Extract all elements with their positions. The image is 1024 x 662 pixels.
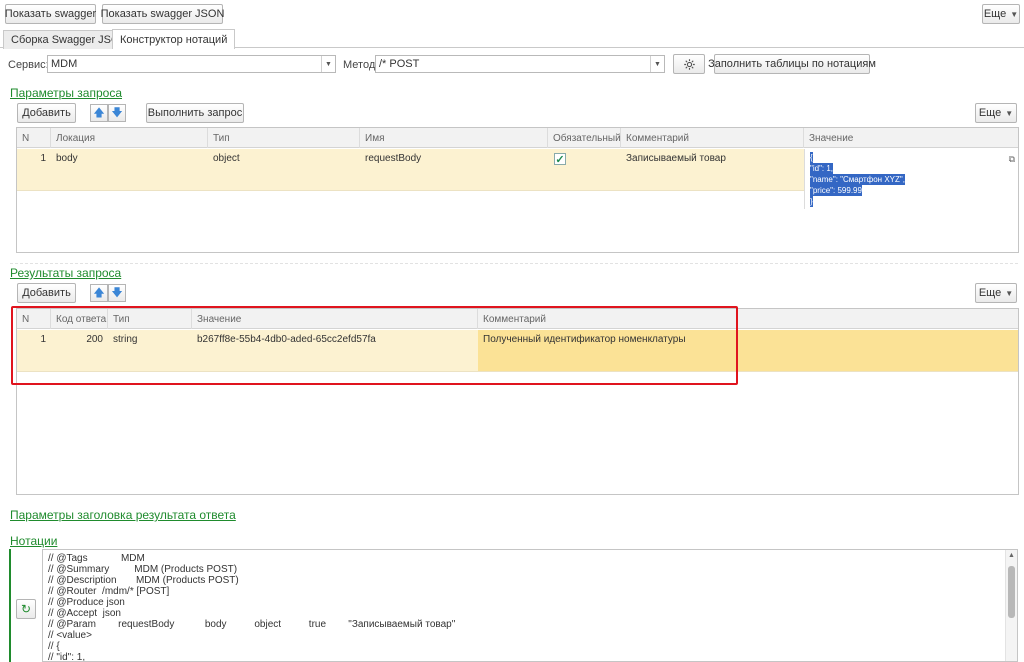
scrollbar-thumb[interactable] [1008,566,1015,618]
show-swagger-json-button[interactable]: Показать swagger JSON [101,4,224,24]
column-header[interactable]: Комментарий [621,128,804,148]
checkmark-icon: ✓ [555,153,565,166]
request-params-table: N Локация Тип Имя Обязательный Комментар… [16,127,1019,253]
add-request-param-button[interactable]: Добавить [17,103,76,123]
column-header[interactable]: Значение [804,128,1018,148]
show-swagger-button[interactable]: Показать swagger [5,4,96,24]
table-row[interactable]: 1 body object requestBody ✓ Записываемый… [17,149,804,191]
execute-request-button[interactable]: Выполнить запрос [146,103,244,123]
code-line: // <value> [48,630,92,641]
move-down-button[interactable]: 🡇 [108,284,126,302]
value-cell[interactable]: { "id": 1, "name": "Смартфон XYZ", "pric… [804,149,1018,209]
settings-button[interactable] [673,54,705,74]
arrow-up-icon: 🡅 [93,106,105,119]
chevron-down-icon[interactable]: ▼ [321,56,335,72]
code-line: // @Produce json [48,597,125,608]
more-label: Еще [978,107,1002,119]
arrow-down-icon: 🡇 [111,106,123,119]
more-label: Еще [983,8,1007,20]
service-value: MDM [51,58,78,70]
service-label: Сервис: [8,59,49,71]
request-results-title[interactable]: Результаты запроса [10,266,121,280]
add-result-button[interactable]: Добавить [17,283,76,303]
column-header[interactable]: Имя [360,128,548,148]
column-header[interactable]: Обязательный [548,128,621,148]
request-results-more-button[interactable]: Еще ▼ [975,283,1017,303]
more-label: Еще [978,287,1002,299]
chevron-down-icon: ▼ [1005,108,1014,118]
code-line: // @Router /mdm/* [POST] [48,586,170,597]
move-up-button[interactable]: 🡅 [90,104,108,122]
name-cell[interactable]: requestBody [360,149,548,168]
code-line: // @Tags MDM [48,553,145,564]
notations-title[interactable]: Нотации [10,534,57,548]
tab-bar: Сборка Swagger JSON Конструктор нотаций [0,28,1024,49]
required-checkbox[interactable]: ✓ [554,153,566,166]
location-cell[interactable]: body [51,149,208,168]
type-cell[interactable]: object [208,149,360,168]
notations-gutter [9,549,11,662]
chevron-down-icon[interactable]: ▼ [650,56,664,72]
code-line: // @Param requestBody body object true "… [48,619,456,630]
arrow-up-icon: 🡅 [93,286,105,299]
code-line: // "id": 1, [48,652,86,662]
column-header[interactable]: N [17,128,51,148]
code-line: // @Accept json [48,608,121,619]
method-label: Метод: [343,59,379,71]
chevron-down-icon: ▼ [1005,288,1014,298]
open-editor-icon[interactable]: ⧉ [1009,154,1015,165]
json-line: { [810,152,813,163]
json-line: "name": "Смартфон XYZ", [810,174,905,185]
code-line: // { [48,641,60,652]
code-line: // @Description MDM (Products POST) [48,575,239,586]
gear-icon [683,58,695,70]
vertical-scrollbar[interactable]: ▲ [1005,550,1017,661]
table-header: N Локация Тип Имя Обязательный Комментар… [17,128,1018,148]
move-up-button[interactable]: 🡅 [90,284,108,302]
row-number: 1 [40,153,46,164]
refresh-notations-button[interactable]: ↻ [16,599,36,619]
chevron-down-icon: ▼ [1010,9,1019,19]
json-line: "price": 599.99 [810,185,862,196]
section-divider [10,263,1018,264]
highlight-box [11,306,738,385]
notations-editor[interactable]: // @Tags MDM // @Summary MDM (Products P… [42,549,1018,662]
method-value: /* POST [379,58,420,70]
column-header[interactable]: Локация [51,128,208,148]
json-line: "id": 1, [810,163,834,174]
json-line: } [810,196,813,207]
request-params-more-button[interactable]: Еще ▼ [975,103,1017,123]
more-menu-button[interactable]: Еще ▼ [982,4,1020,24]
response-headers-title[interactable]: Параметры заголовка результата ответа [10,508,236,522]
tab-notation-constructor[interactable]: Конструктор нотаций [112,29,236,49]
move-down-button[interactable]: 🡇 [108,104,126,122]
request-params-title[interactable]: Параметры запроса [10,86,122,100]
fill-tables-button[interactable]: Заполнить таблицы по нотациям [708,54,876,74]
arrow-down-icon: 🡇 [111,286,123,299]
comment-cell[interactable]: Записываемый товар [621,149,804,168]
column-header[interactable]: Тип [208,128,360,148]
code-line: // @Summary MDM (Products POST) [48,564,238,575]
refresh-icon: ↻ [20,602,32,616]
method-select[interactable]: /* POST ▼ [375,55,665,73]
service-select[interactable]: MDM ▼ [47,55,336,73]
scroll-up-arrow-icon[interactable]: ▲ [1008,552,1015,559]
